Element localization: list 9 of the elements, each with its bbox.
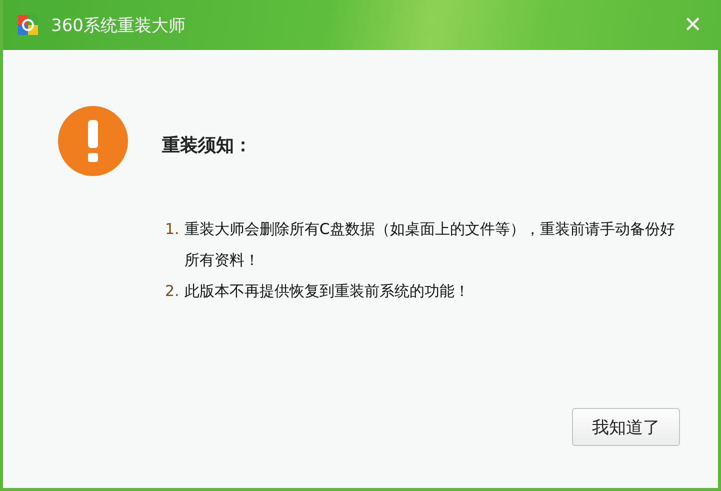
notice-heading: 重装须知： bbox=[162, 134, 252, 157]
window-title: 360系统重装大师 bbox=[51, 14, 186, 36]
ok-button[interactable]: 我知道了 bbox=[572, 408, 680, 446]
list-number: 2. bbox=[165, 281, 180, 302]
app-logo-icon bbox=[17, 14, 39, 36]
notice-text: 此版本不再提供恢复到重装前系统的功能！ bbox=[184, 281, 470, 302]
list-number: 1. bbox=[165, 219, 180, 240]
warning-icon bbox=[58, 106, 128, 176]
notice-text: 重装大师会删除所有C盘数据（如桌面上的文件等），重装前请手动备份好所有资料！ bbox=[184, 219, 676, 271]
